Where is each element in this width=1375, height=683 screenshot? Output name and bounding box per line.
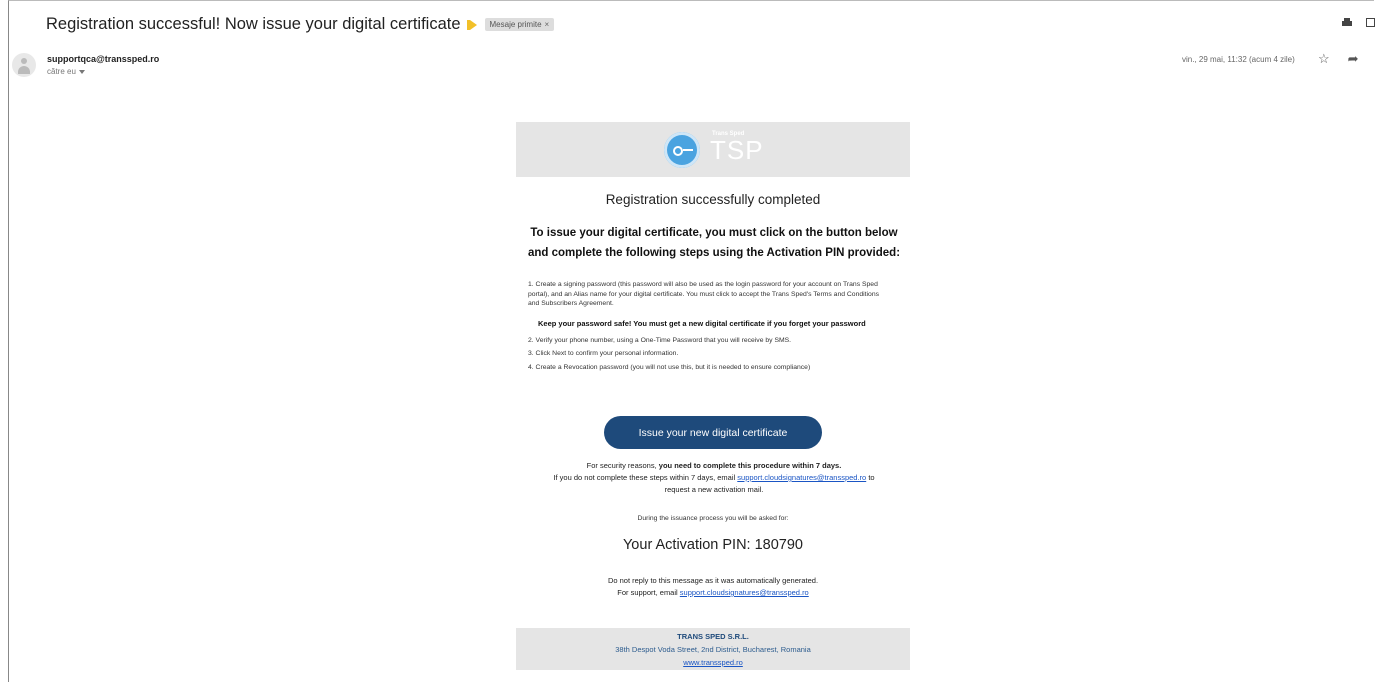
step-2: 2. Verify your phone number, using a One… — [528, 336, 792, 344]
subject-text: Registration successful! Now issue your … — [46, 15, 461, 33]
security-notice: For security reasons, you need to comple… — [476, 460, 952, 496]
key-logo-icon — [664, 132, 700, 168]
request-new-text: request a new activation mail. — [664, 485, 764, 494]
step-4: 4. Create a Revocation password (you wil… — [528, 363, 811, 371]
support-email-link-2[interactable]: support.cloudsignatures@transsped.ro — [680, 588, 809, 597]
label-chip-text: Mesaje primite — [489, 20, 542, 29]
avatar[interactable] — [12, 53, 36, 77]
print-icon[interactable] — [1342, 18, 1352, 27]
footer-address: 38th Despot Voda Street, 2nd District, B… — [615, 645, 811, 654]
email-if-prefix: If you do not complete these steps withi… — [553, 473, 736, 482]
label-remove-icon[interactable]: × — [545, 20, 550, 29]
reply-icon[interactable]: ➦ — [1348, 51, 1359, 67]
steps-list: 1. Create a signing password (this passw… — [528, 280, 888, 376]
noreply-notice: Do not reply to this message as it was a… — [516, 575, 910, 599]
asked-for-text: During the issuance process you will be … — [637, 515, 789, 522]
message-date: vin., 29 mai, 11:32 (acum 4 zile) — [1182, 55, 1295, 64]
email-footer: TRANS SPED S.R.L. 38th Despot Voda Stree… — [516, 628, 910, 670]
chevron-down-icon[interactable] — [78, 69, 85, 74]
message-actions: ☆ ➦ ⋮ — [1318, 51, 1375, 67]
sender-address[interactable]: supportqca@transsped.ro — [47, 54, 159, 64]
star-icon[interactable]: ☆ — [1318, 51, 1330, 67]
support-email-link[interactable]: support.cloudsignatures@transsped.ro — [737, 473, 866, 482]
password-warning: Keep your password safe! You must get a … — [538, 318, 866, 328]
email-if-suffix: to — [868, 473, 875, 482]
top-toolbar — [1342, 18, 1375, 27]
activation-pin: Your Activation PIN: 180790 — [622, 537, 804, 553]
inbox-label-chip[interactable]: Mesaje primite × — [484, 18, 555, 31]
footer-website-link[interactable]: www.transsped.ro — [683, 658, 743, 667]
security-bold: you need to complete this procedure with… — [658, 461, 842, 470]
noreply-text: Do not reply to this message as it was a… — [607, 576, 819, 585]
support-prefix: For support, email — [617, 588, 678, 597]
logo-banner: Trans Sped TSP — [516, 122, 910, 177]
logo-text: TSP — [710, 135, 764, 165]
email-subject: Registration successful! Now issue your … — [46, 15, 555, 34]
issue-certificate-button[interactable]: Issue your new digital certificate — [604, 416, 822, 449]
recipient-text: către eu — [47, 67, 76, 76]
security-prefix: For security reasons, — [586, 461, 657, 470]
step-1: 1. Create a signing password (this passw… — [528, 281, 880, 307]
registration-title: Registration successfully completed — [605, 192, 821, 207]
step-3: 3. Click Next to confirm your personal i… — [528, 350, 679, 357]
instructions-line-2: and complete the following steps using t… — [527, 247, 901, 259]
recipient-line[interactable]: către eu — [47, 67, 85, 76]
importance-marker-icon[interactable] — [466, 19, 477, 30]
new-window-icon[interactable] — [1366, 18, 1375, 27]
instructions-line-1: To issue your digital certificate, you m… — [530, 227, 898, 239]
footer-company: TRANS SPED S.R.L. — [677, 632, 749, 641]
instructions-heading: To issue your digital certificate, you m… — [500, 223, 928, 263]
